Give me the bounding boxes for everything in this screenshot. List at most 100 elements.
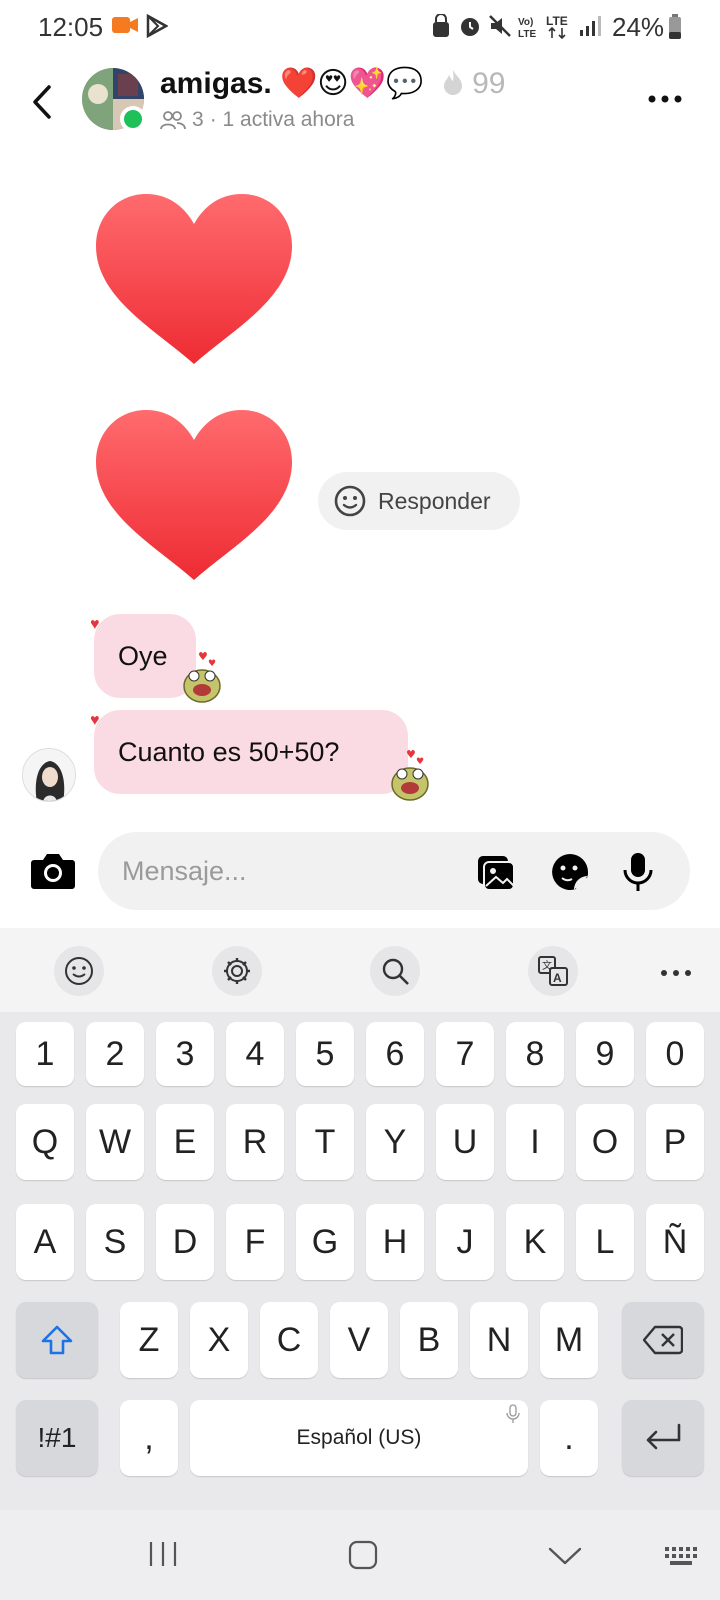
chat-header: amigas. ❤️😍💖💬 99 3 · 1 activa ahora — [0, 54, 720, 150]
group-title[interactable]: amigas. ❤️😍💖💬 99 — [160, 66, 505, 101]
frog-sticker-icon: ♥ ♥ — [391, 748, 429, 801]
svg-text:♥: ♥ — [406, 748, 416, 761]
system-nav-bar — [0, 1510, 720, 1600]
reaction-heart-icon: ♥ — [90, 616, 100, 633]
keyboard-hide-icon[interactable] — [664, 1546, 700, 1568]
key-h[interactable]: H — [366, 1204, 424, 1280]
key-c[interactable]: C — [260, 1302, 318, 1378]
sticker-icon[interactable] — [550, 852, 590, 892]
key-8[interactable]: 8 — [506, 1022, 564, 1086]
shift-icon — [41, 1325, 73, 1355]
streak-badge: 99 — [442, 67, 505, 100]
battery-percent: 24% — [612, 12, 665, 42]
message-bubble[interactable]: Cuanto es 50+50? — [94, 710, 408, 794]
reply-button[interactable]: Responder — [318, 472, 520, 530]
key-n[interactable]: N — [470, 1302, 528, 1378]
space-bar[interactable]: Español (US) — [190, 1400, 528, 1476]
key-e[interactable]: E — [156, 1104, 214, 1180]
key-a[interactable]: A — [16, 1204, 74, 1280]
people-icon — [160, 111, 186, 130]
key-t[interactable]: T — [296, 1104, 354, 1180]
key-f[interactable]: F — [226, 1204, 284, 1280]
smiley-icon — [334, 485, 366, 517]
key-q[interactable]: Q — [16, 1104, 74, 1180]
backspace-key[interactable] — [622, 1302, 704, 1378]
svg-text:♥: ♥ — [416, 757, 424, 767]
lte-icon: LTE — [546, 14, 568, 40]
enter-key[interactable] — [622, 1400, 704, 1476]
active-status: · 1 activa ahora — [209, 108, 355, 131]
mute-icon — [489, 15, 511, 37]
key-l[interactable]: L — [576, 1204, 634, 1280]
symbols-key[interactable]: !#1 — [16, 1400, 98, 1476]
key-z[interactable]: Z — [120, 1302, 178, 1378]
microphone-icon[interactable] — [618, 852, 658, 892]
heart-sticker[interactable] — [96, 410, 292, 582]
key-6[interactable]: 6 — [366, 1022, 424, 1086]
key-3[interactable]: 3 — [156, 1022, 214, 1086]
key-enye[interactable]: Ñ — [646, 1204, 704, 1280]
chevron-left-icon — [33, 85, 51, 119]
back-button[interactable] — [22, 76, 62, 128]
key-0[interactable]: 0 — [646, 1022, 704, 1086]
key-m[interactable]: M — [540, 1302, 598, 1378]
svg-text:LTE: LTE — [546, 14, 568, 28]
sender-avatar[interactable] — [22, 748, 76, 802]
enter-icon — [646, 1423, 681, 1450]
key-x[interactable]: X — [190, 1302, 248, 1378]
translate-icon: 文A — [538, 956, 568, 986]
key-j[interactable]: J — [436, 1204, 494, 1280]
online-indicator — [120, 106, 146, 132]
group-subtitle: 3 · 1 activa ahora — [160, 108, 354, 132]
shift-key[interactable] — [16, 1302, 98, 1378]
key-5[interactable]: 5 — [296, 1022, 354, 1086]
key-r[interactable]: R — [226, 1104, 284, 1180]
gallery-icon[interactable] — [476, 852, 516, 892]
search-button[interactable] — [370, 946, 420, 996]
key-9[interactable]: 9 — [576, 1022, 634, 1086]
key-i[interactable]: I — [506, 1104, 564, 1180]
camera-icon[interactable] — [30, 850, 76, 890]
svg-text:LTE: LTE — [518, 29, 536, 40]
mic-hint-icon — [506, 1404, 520, 1423]
more-options-icon[interactable] — [646, 84, 686, 114]
key-w[interactable]: W — [86, 1104, 144, 1180]
key-k[interactable]: K — [506, 1204, 564, 1280]
alarm-icon — [461, 18, 479, 36]
key-u[interactable]: U — [436, 1104, 494, 1180]
space-label: Español (US) — [296, 1426, 422, 1449]
key-g[interactable]: G — [296, 1204, 354, 1280]
key-o[interactable]: O — [576, 1104, 634, 1180]
more-icon[interactable] — [660, 968, 692, 978]
settings-button[interactable] — [212, 946, 262, 996]
keyboard: 文A 1 2 3 4 5 6 7 8 9 0 Q W E R T Y U I O… — [0, 928, 720, 1510]
translate-button[interactable]: 文A — [528, 946, 578, 996]
member-count: 3 — [192, 108, 204, 131]
recent-apps-icon[interactable] — [148, 1540, 178, 1568]
video-call-icon — [112, 17, 138, 33]
key-p[interactable]: P — [646, 1104, 704, 1180]
key-1[interactable]: 1 — [16, 1022, 74, 1086]
keyboard-toolbar: 文A — [0, 928, 720, 1012]
search-icon — [382, 958, 409, 985]
svg-text:♥: ♥ — [208, 659, 216, 669]
clock: 12:05 — [38, 12, 104, 42]
back-nav-icon[interactable] — [548, 1546, 582, 1566]
period-key[interactable]: . — [540, 1400, 598, 1476]
key-b[interactable]: B — [400, 1302, 458, 1378]
key-y[interactable]: Y — [366, 1104, 424, 1180]
key-s[interactable]: S — [86, 1204, 144, 1280]
message-input[interactable] — [122, 832, 452, 910]
svg-text:Vo): Vo) — [518, 17, 533, 28]
key-d[interactable]: D — [156, 1204, 214, 1280]
heart-sticker[interactable] — [96, 194, 292, 366]
gear-icon — [224, 958, 250, 984]
home-icon[interactable] — [348, 1540, 378, 1570]
emoji-button[interactable] — [54, 946, 104, 996]
key-v[interactable]: V — [330, 1302, 388, 1378]
key-2[interactable]: 2 — [86, 1022, 144, 1086]
key-7[interactable]: 7 — [436, 1022, 494, 1086]
signal-icon — [580, 16, 601, 36]
comma-key[interactable]: , — [120, 1400, 178, 1476]
key-4[interactable]: 4 — [226, 1022, 284, 1086]
